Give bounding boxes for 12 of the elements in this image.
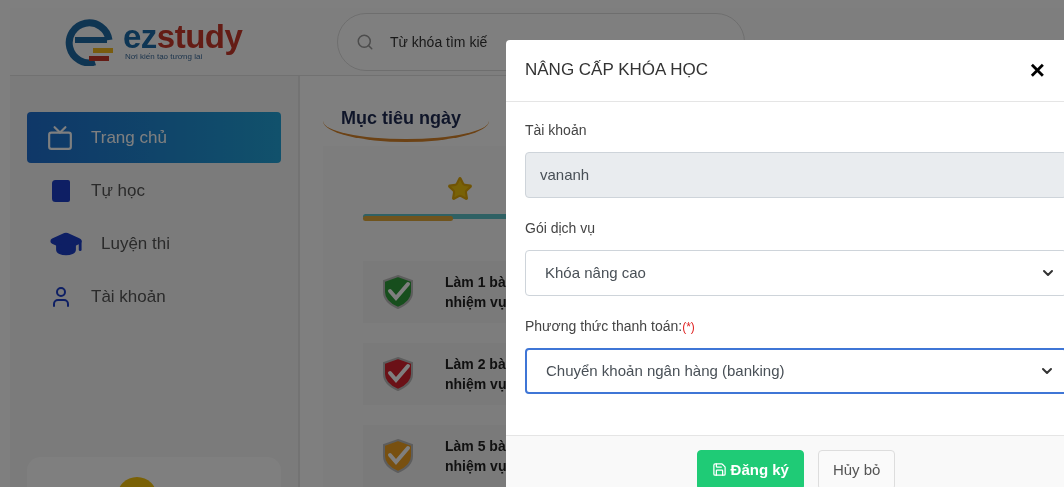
task-text: Làm 5 bà [445, 437, 507, 456]
field-label: Gói dịch vụ [525, 219, 597, 238]
logo-tagline: Nơi kiến tạo tương lai [125, 52, 203, 61]
task-text: Làm 2 bà [445, 355, 507, 374]
task-text: nhiệm vụ [445, 457, 507, 476]
field-label: Phương thức thanh toán:(*) [525, 317, 696, 336]
task-text: nhiệm vụ [445, 375, 507, 394]
modal-title: NÂNG CẤP KHÓA HỌC [525, 60, 709, 81]
task-text: Làm 1 bà [445, 273, 507, 292]
field-label: Tài khoản [525, 121, 588, 140]
required-mark: (*) [682, 319, 695, 334]
task-text: nhiệm vụ [445, 293, 507, 312]
